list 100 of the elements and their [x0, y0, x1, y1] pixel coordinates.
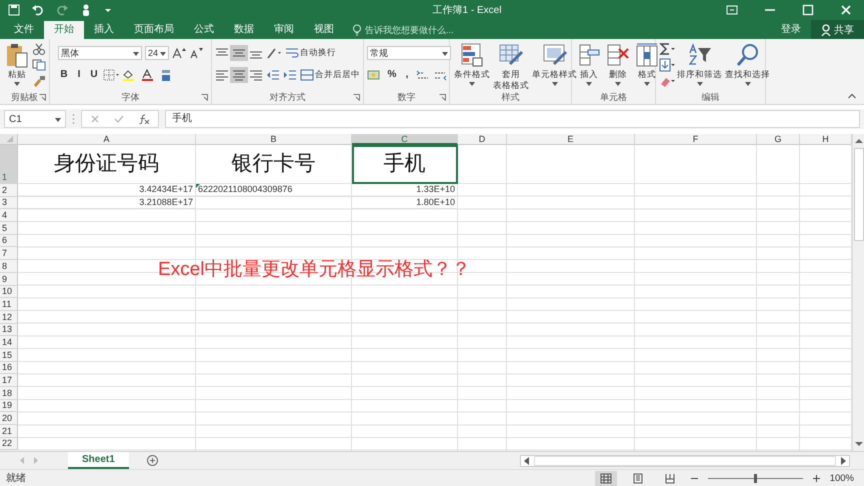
ribbon-button[interactable]: 插入: [575, 42, 603, 86]
search-field[interactable]: 告诉我您想要做什么...: [352, 21, 485, 39]
row-header[interactable]: 1: [0, 145, 18, 184]
align-left-icon[interactable]: [215, 69, 229, 81]
ribbon-tab[interactable]: 插入: [84, 21, 124, 39]
sheet-tab[interactable]: Sheet1: [68, 452, 129, 469]
ribbon-tab[interactable]: 视图: [304, 21, 344, 39]
scroll-thumb[interactable]: [854, 148, 864, 241]
launcher-icon[interactable]: [439, 94, 446, 101]
column-header[interactable]: D: [458, 134, 507, 145]
table-cell[interactable]: 3.21088E+17: [18, 196, 196, 210]
ribbon-button[interactable]: 单元格样式: [531, 42, 578, 86]
dropdown-field[interactable]: 24: [145, 46, 169, 60]
column-header[interactable]: B: [196, 134, 352, 145]
row-header[interactable]: 9: [0, 272, 18, 286]
ribbon-tab[interactable]: 审阅: [264, 21, 304, 39]
column-header[interactable]: G: [757, 134, 800, 145]
row-header[interactable]: 15: [0, 348, 18, 362]
row-header[interactable]: 8: [0, 260, 18, 273]
indent-decrease-icon[interactable]: [266, 69, 280, 81]
orientation-icon[interactable]: [266, 47, 282, 59]
column-header[interactable]: A: [18, 134, 196, 145]
dropdown-field[interactable]: 常规: [367, 46, 451, 60]
vertical-scrollbar[interactable]: [852, 134, 864, 451]
ribbon-button[interactable]: 粘贴: [3, 42, 31, 86]
table-cell[interactable]: 银行卡号: [196, 145, 352, 184]
align-center-icon[interactable]: [232, 69, 246, 81]
row-header[interactable]: 3: [0, 196, 18, 210]
format-button[interactable]: I: [73, 68, 85, 82]
format-button[interactable]: ,: [401, 68, 413, 82]
table-cell[interactable]: 6222021108004309876: [196, 184, 352, 197]
row-header[interactable]: 6: [0, 234, 18, 248]
close-icon[interactable]: [840, 4, 852, 16]
normal-view-button[interactable]: [594, 470, 617, 486]
row-header[interactable]: 5: [0, 222, 18, 235]
table-brush-icon[interactable]: [498, 42, 524, 68]
indent-increase-icon[interactable]: [283, 69, 297, 81]
zoom-in-icon[interactable]: [812, 474, 820, 482]
scissors-icon[interactable]: [32, 43, 46, 55]
row-header[interactable]: 20: [0, 412, 18, 426]
magnifier-icon[interactable]: [734, 42, 760, 68]
column-header[interactable]: E: [507, 134, 635, 145]
table-cell[interactable]: 1.33E+10: [352, 184, 458, 197]
ribbon-tab[interactable]: 公式: [184, 21, 224, 39]
format-button[interactable]: U: [88, 68, 100, 82]
launcher-icon[interactable]: [39, 94, 46, 101]
row-header[interactable]: 21: [0, 425, 18, 438]
zoom-level[interactable]: 100%: [830, 472, 858, 484]
table-cell[interactable]: 手机: [352, 145, 458, 184]
maximize-icon[interactable]: [802, 4, 814, 16]
row-header[interactable]: 10: [0, 286, 18, 298]
scroll-right-icon[interactable]: [840, 456, 846, 464]
row-header[interactable]: 18: [0, 387, 18, 400]
scroll-left-icon[interactable]: [524, 456, 530, 464]
function-icon[interactable]: [138, 114, 150, 124]
horizontal-scrollbar[interactable]: [520, 454, 850, 466]
copy-icon[interactable]: [32, 59, 46, 71]
row-header[interactable]: 14: [0, 336, 18, 349]
row-header[interactable]: 17: [0, 374, 18, 387]
clipboard-icon[interactable]: [4, 42, 30, 68]
ribbon-button[interactable]: 查找和选择: [724, 42, 771, 86]
table-cell[interactable]: 3.42434E+17: [18, 184, 196, 197]
font-shrink-icon[interactable]: [189, 47, 203, 59]
name-box[interactable]: C1: [4, 110, 66, 128]
ribbon-tab[interactable]: 数据: [224, 21, 264, 39]
ribbon-button[interactable]: 自动换行: [285, 47, 336, 59]
screen-icon[interactable]: [726, 4, 738, 16]
align-middle-icon[interactable]: [232, 47, 246, 59]
scroll-down-icon[interactable]: [854, 441, 862, 447]
delete-cells-icon[interactable]: [605, 42, 631, 68]
conditional-format-icon[interactable]: [459, 42, 485, 68]
cell-brush-icon[interactable]: [542, 42, 568, 68]
format-button[interactable]: %: [386, 68, 398, 82]
ribbon-button[interactable]: 条件格式: [453, 42, 491, 86]
scroll-thumb[interactable]: [534, 456, 836, 466]
row-header[interactable]: 22: [0, 438, 18, 450]
column-header[interactable]: F: [635, 134, 757, 145]
undo-icon[interactable]: [32, 4, 44, 16]
sign-in-link[interactable]: 登录: [771, 21, 811, 39]
column-header[interactable]: H: [800, 134, 852, 145]
ribbon-button[interactable]: 套用 表格格式: [492, 42, 530, 90]
save-icon[interactable]: [8, 4, 20, 16]
row-header[interactable]: 11: [0, 298, 18, 311]
fill-down-icon[interactable]: [659, 58, 675, 72]
ribbon-tab[interactable]: 开始: [44, 21, 84, 39]
format-cells-icon[interactable]: [634, 42, 660, 68]
row-header[interactable]: 13: [0, 324, 18, 336]
row-header[interactable]: 19: [0, 400, 18, 412]
caret-down-icon[interactable]: [104, 6, 112, 12]
decimal-increase-icon[interactable]: [416, 69, 430, 81]
ribbon-tab[interactable]: 页面布局: [124, 21, 184, 39]
brush-icon[interactable]: [32, 75, 46, 87]
row-header[interactable]: 4: [0, 209, 18, 222]
row-header[interactable]: 2: [0, 184, 18, 197]
share-button[interactable]: 共享: [811, 20, 864, 39]
format-button[interactable]: B: [58, 68, 70, 82]
column-header[interactable]: C: [352, 134, 458, 145]
launcher-icon[interactable]: [201, 94, 208, 101]
add-sheet-icon[interactable]: [146, 455, 158, 466]
row-header[interactable]: 7: [0, 247, 18, 260]
